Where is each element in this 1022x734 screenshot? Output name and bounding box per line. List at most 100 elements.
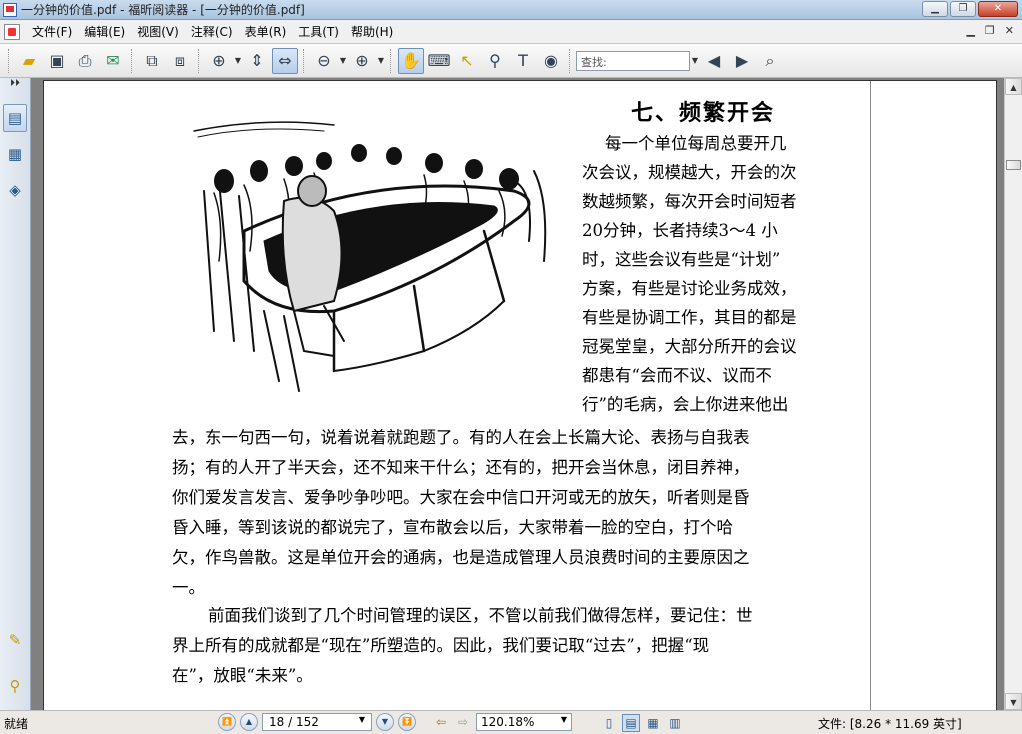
single-page-icon[interactable]: ▯ [600,714,618,732]
pdf-page: 七、频繁开会 每一个单位每周总要开几 次会议，规模越大，开会的次 数越频繁，每次… [43,80,997,710]
select-icon[interactable]: ↖ [454,48,480,74]
binoculars-icon[interactable]: ⚲ [482,48,508,74]
search-icon[interactable]: ⌕ [757,48,783,74]
facing-icon[interactable]: ▦ [644,714,662,732]
fit-page-icon[interactable]: ⇕ [244,48,270,74]
hand-icon[interactable]: ✋ [398,47,424,74]
page-layout-buttons: ▯ ▤ ▦ ▥ [600,714,684,732]
text-line: 20分钟，长者持续3～4 小 [582,221,778,240]
text-line: 欠，作鸟兽散。这是单位开会的通病，也是造成管理人员浪费时间的主要原因之 [172,548,750,567]
vertical-scrollbar[interactable]: ▲ ▼ [1004,78,1022,710]
text-line: 一。 [172,578,205,597]
zoom-in-icon[interactable]: ⊕ [206,48,232,74]
scroll-up-icon[interactable]: ▲ [1005,78,1022,95]
forward-icon[interactable]: ⇨ [454,713,472,731]
prev-result-icon[interactable]: ◀ [701,48,727,74]
text-select-icon[interactable]: ⌨ [426,48,452,74]
save-icon[interactable]: ▣ [44,48,70,74]
zoom-plus-dropdown-icon[interactable]: ▼ [376,56,386,65]
back-icon[interactable]: ⇦ [432,713,450,731]
close-button[interactable]: ✕ [978,1,1018,17]
continuous-facing-icon[interactable]: ▥ [666,714,684,732]
text-line: 昏入睡，等到该说的都说完了，宣布散会以后，大家带着一脸的空白，打个哈 [172,518,733,537]
toolbar-grip-3 [198,48,201,73]
zoom-out-dropdown-icon[interactable]: ▼ [338,56,348,65]
extract-icon[interactable]: ⧉ [139,48,165,74]
zoom-out-icon[interactable]: ⊖ [311,48,337,74]
prev-page-icon[interactable]: ▲ [240,713,258,731]
scroll-down-icon[interactable]: ▼ [1005,693,1022,710]
zoom-level-dropdown-icon[interactable]: ▼ [561,715,567,729]
zoom-plus-icon[interactable]: ⊕ [349,48,375,74]
text-line: 界上所有的成就都是“现在”所塑造的。因此，我们要记取“过去”，把握“现 [172,636,710,655]
attachments-icon[interactable]: ⚲ [3,672,27,700]
text-line: 次会议，规模越大，开会的次 [582,163,797,182]
text-line: 冠冕堂皇，大部分所开的会议 [582,337,797,356]
menu-file[interactable]: 文件(F) [26,20,78,44]
comments-icon[interactable]: ✎ [3,626,27,654]
menu-edit[interactable]: 编辑(E) [78,20,131,44]
text-line: 在”，放眼“未来”。 [172,666,313,685]
page-navigation: ⏫ ▲ 18 / 152 ▼ ▼ ⏬ ⇦ ⇨ 120.18% ▼ [218,713,572,731]
text-line: 每一个单位每周总要开几 [605,134,787,153]
find-dropdown-icon[interactable]: ▼ [690,56,700,65]
next-result-icon[interactable]: ▶ [729,48,755,74]
layers-icon[interactable]: ◈ [3,176,27,204]
toolbar-grip [8,48,11,73]
first-page-icon[interactable]: ⏫ [218,713,236,731]
page-number-field[interactable]: 18 / 152 ▼ [262,713,372,731]
fit-width-icon[interactable]: ⇔ [272,47,298,74]
open-icon[interactable]: ▰ [16,48,42,74]
window-title: 一分钟的价值.pdf - 福昕阅读器 - [一分钟的价值.pdf] [21,3,305,17]
navigation-sidebar: ⏵⏵ ▤ ▦ ◈ ✎ ⚲ [0,78,31,710]
toolbar-grip-5 [390,48,393,73]
snapshot-icon[interactable]: ◉ [538,48,564,74]
zoom-dropdown-icon[interactable]: ▼ [233,56,243,65]
minimize-button[interactable]: ▁ [922,1,948,17]
page-dropdown-icon[interactable]: ▼ [359,715,365,729]
text-line: 都患有“会而不议、议而不 [582,366,772,385]
title-bar: 一分钟的价值.pdf - 福昕阅读器 - [一分钟的价值.pdf] ▁ ❐ ✕ [0,0,1022,20]
zoom-level: 120.18% [481,715,535,729]
maximize-button[interactable]: ❐ [950,1,976,17]
export-icon[interactable]: ⧈ [167,48,193,74]
print-icon[interactable]: ⎙ [72,48,98,74]
document-icon [4,23,20,40]
typewriter-icon[interactable]: T [510,48,536,74]
text-line: 有些是协调工作，其目的都是 [582,308,797,327]
email-icon[interactable]: ✉ [100,48,126,74]
pages-icon[interactable]: ▦ [3,140,27,168]
document-viewer[interactable]: 七、频繁开会 每一个单位每周总要开几 次会议，规模越大，开会的次 数越频繁，每次… [31,78,1004,710]
doc-restore-icon[interactable]: ❐ [985,24,995,37]
menu-tools[interactable]: 工具(T) [292,20,345,44]
text-line: 你们爱发言发言、爱争吵争吵吧。大家在会中信口开河或无的放矢，听者则是昏 [172,488,750,507]
status-bar: 就绪 ⏫ ▲ 18 / 152 ▼ ▼ ⏬ ⇦ ⇨ 120.18% ▼ ▯ ▤ … [0,710,1022,734]
toolbar: ▰ ▣ ⎙ ✉ ⧉ ⧈ ⊕ ▼ ⇕ ⇔ ⊖ ▼ ⊕ ▼ ✋ ⌨ ↖ ⚲ T ◉ … [0,44,1022,78]
text-line: 行”的毛病，会上你进来他出 [582,395,789,414]
toolbar-grip-2 [131,48,134,73]
doc-close-icon[interactable]: ✕ [1005,24,1014,37]
text-line: 扬；有的人开了半天会，还不知来干什么；还有的，把开会当休息，闭目养神， [172,458,750,477]
bookmarks-icon[interactable]: ▤ [3,104,27,132]
meeting-illustration [193,121,547,392]
find-input[interactable]: 查找: [576,50,690,71]
page-edge-line [870,81,871,710]
menu-comment[interactable]: 注释(C) [185,20,239,44]
menu-view[interactable]: 视图(V) [131,20,185,44]
menu-help[interactable]: 帮助(H) [345,20,399,44]
text-line: 数越频繁，每次开会时间短者 [582,192,797,211]
status-ready: 就绪 [4,717,29,731]
expand-sidebar-icon[interactable]: ⏵⏵ [0,78,30,96]
next-page-icon[interactable]: ▼ [376,713,394,731]
last-page-icon[interactable]: ⏬ [398,713,416,731]
document-size: 文件: [8.26 * 11.69 英寸] [818,717,962,731]
doc-minimize-icon[interactable]: ▁ [966,24,974,37]
zoom-field[interactable]: 120.18% ▼ [476,713,572,731]
text-line: 时，这些会议有些是“计划” [582,250,781,269]
continuous-icon[interactable]: ▤ [622,714,640,732]
scroll-thumb[interactable] [1006,160,1021,170]
text-line: 前面我们谈到了几个时间管理的误区，不管以前我们做得怎样，要记住：世 [208,606,753,625]
toolbar-grip-4 [303,48,306,73]
text-line: 方案，有些是讨论业务成效， [582,279,797,298]
menu-form[interactable]: 表单(R) [239,20,293,44]
